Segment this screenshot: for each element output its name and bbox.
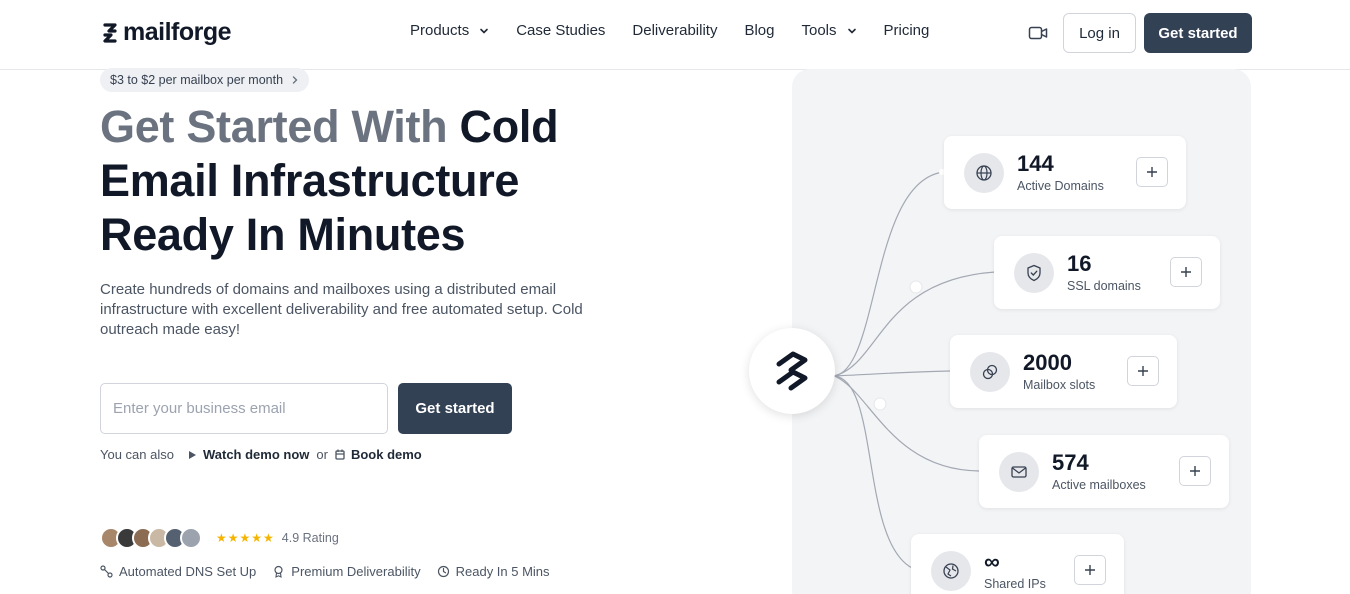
or-text: or: [316, 447, 328, 462]
book-demo-link[interactable]: Book demo: [335, 447, 422, 462]
nav-item-case-studies[interactable]: Case Studies: [516, 22, 605, 39]
feature-item: Automated DNS Set Up: [100, 564, 256, 579]
logo[interactable]: mailforge: [100, 18, 232, 47]
nav-item-deliverability[interactable]: Deliverability: [632, 22, 717, 39]
envelope-icon: [999, 452, 1039, 492]
add-ssl-domain-button[interactable]: [1170, 257, 1202, 287]
feature-item: Ready In 5 Mins: [437, 564, 550, 579]
watch-demo-label: Watch demo now: [202, 447, 310, 462]
stat-label: SSL domains: [1067, 279, 1141, 293]
feature-item: Premium Deliverability: [272, 564, 421, 579]
chevron-down-icon: [480, 28, 489, 34]
hero-headline: Get Started With Cold Email Infrastructu…: [100, 100, 620, 262]
feature-label: Premium Deliverability: [291, 564, 421, 579]
rating-text: 4.9 Rating: [281, 531, 339, 545]
login-button[interactable]: Log in: [1063, 13, 1136, 53]
nav-item-label: Tools: [801, 22, 837, 39]
dns-setup-icon: [100, 565, 113, 578]
stat-label: Mailbox slots: [1023, 378, 1096, 392]
stat-value: 574: [1052, 450, 1089, 475]
stat-label: Shared IPs: [984, 577, 1046, 591]
stat-card-active-domains: 144 Active Domains: [944, 136, 1186, 209]
video-camera-icon[interactable]: [1028, 24, 1048, 42]
header-get-started-button[interactable]: Get started: [1144, 13, 1252, 53]
stat-value: 2000: [1023, 350, 1072, 375]
nav-item-label: Pricing: [883, 22, 930, 39]
plus-icon: [1181, 267, 1191, 277]
feature-label: Ready In 5 Mins: [455, 564, 550, 579]
stat-card-mailbox-slots: 2000 Mailbox slots: [950, 335, 1177, 408]
book-demo-label: Book demo: [350, 447, 422, 462]
chevron-down-icon: [847, 28, 856, 34]
network-globe-icon: [931, 551, 971, 591]
g2-badge-icon: [180, 527, 202, 549]
stat-label: Active mailboxes: [1052, 478, 1146, 492]
stat-card-active-mailboxes: 574 Active mailboxes: [979, 435, 1229, 508]
plus-icon: [1190, 466, 1200, 476]
star-rating-icon: ★★★★★: [216, 531, 275, 545]
plus-icon: [1085, 565, 1095, 575]
mailbox-slots-icon: [970, 352, 1010, 392]
headline-muted: Get Started With: [100, 101, 448, 152]
pricing-promo-pill[interactable]: $3 to $2 per mailbox per month: [100, 68, 310, 92]
plus-icon: [1147, 167, 1157, 177]
watch-demo-link[interactable]: Watch demo now: [188, 447, 309, 462]
stat-value: 144: [1017, 151, 1054, 176]
mailforge-logo-icon: [103, 22, 117, 43]
stat-card-ssl-domains: 16 SSL domains: [994, 236, 1220, 309]
hero-description: Create hundreds of domains and mailboxes…: [100, 281, 583, 338]
customer-avatars: [100, 527, 202, 549]
add-mailbox-slot-button[interactable]: [1127, 356, 1159, 386]
nav-item-tools[interactable]: Tools: [801, 22, 856, 39]
feature-label: Automated DNS Set Up: [119, 564, 257, 579]
nav-item-products[interactable]: Products: [410, 22, 489, 39]
stat-card-shared-ips: ∞ Shared IPs: [911, 534, 1124, 594]
feature-list: Automated DNS Set Up Premium Deliverabil…: [100, 564, 566, 579]
add-shared-ip-button[interactable]: [1074, 555, 1106, 585]
also-text: You can also: [100, 447, 174, 462]
play-icon: [188, 450, 196, 459]
nav-item-pricing[interactable]: Pricing: [884, 22, 930, 39]
mailforge-logo-icon: [776, 351, 808, 391]
business-email-input[interactable]: [100, 383, 388, 434]
stat-value: ∞: [984, 549, 1000, 574]
nav-item-label: Deliverability: [632, 22, 718, 39]
award-icon: [274, 565, 283, 578]
site-header: mailforge Products Case Studies Delivera…: [0, 0, 1350, 70]
main-nav: Products Case Studies Deliverability Blo…: [410, 22, 956, 39]
plus-icon: [1138, 366, 1148, 376]
nav-item-label: Products: [410, 22, 470, 39]
add-domain-button[interactable]: [1136, 157, 1168, 187]
brand-name: mailforge: [123, 18, 232, 46]
nav-item-label: Case Studies: [516, 22, 606, 39]
nav-item-blog[interactable]: Blog: [744, 22, 774, 39]
stat-label: Active Domains: [1017, 179, 1104, 193]
shield-check-icon: [1014, 253, 1054, 293]
add-mailbox-button[interactable]: [1179, 456, 1211, 486]
clock-icon: [437, 565, 449, 578]
stat-value: 16: [1067, 251, 1092, 276]
chevron-right-icon: [292, 76, 298, 84]
hero-get-started-button[interactable]: Get started: [398, 383, 512, 434]
calendar-icon: [335, 449, 345, 460]
pricing-promo-text: $3 to $2 per mailbox per month: [110, 73, 284, 87]
mailforge-hub: [749, 328, 835, 414]
globe-icon: [964, 153, 1004, 193]
rating-row: ★★★★★ 4.9 Rating: [100, 527, 339, 549]
demo-links-row: You can also Watch demo now or Book demo: [100, 447, 422, 462]
nav-item-label: Blog: [744, 22, 775, 39]
